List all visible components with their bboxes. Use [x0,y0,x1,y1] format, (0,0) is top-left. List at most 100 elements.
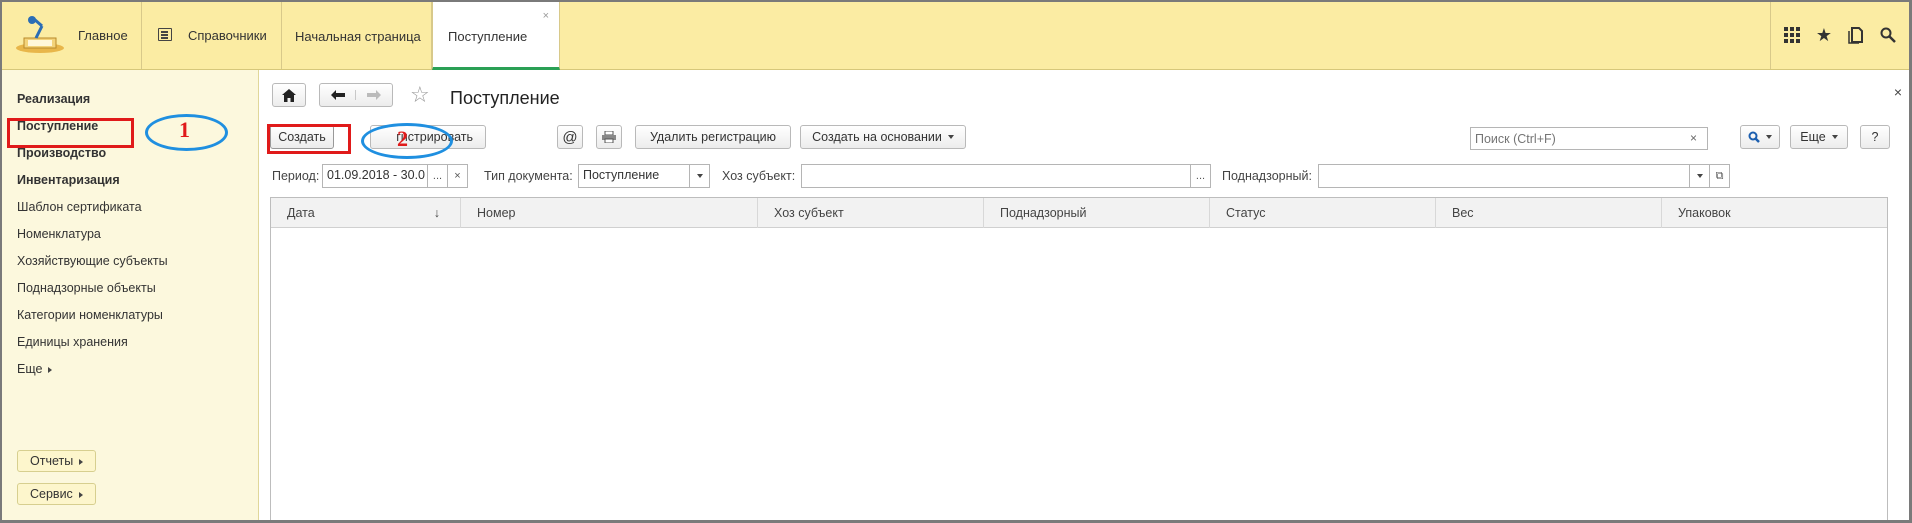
sidebar-item-supervised-objects[interactable]: Поднадзорные объекты [17,281,156,295]
subject-field[interactable] [801,164,1191,188]
close-icon[interactable]: × [543,10,549,22]
table-header: Дата ↓ Номер Хоз субъект Поднадзорный Ста… [271,198,1887,228]
period-clear-button[interactable]: × [448,164,468,188]
supervised-label: Поднадзорный: [1222,169,1312,183]
highlight-box-1 [7,118,134,148]
clear-search-icon[interactable]: × [1690,131,1697,145]
doc-type-label: Тип документа: [484,169,573,183]
sidebar-item-nomenclature[interactable]: Номенклатура [17,227,101,241]
doc-type-field[interactable]: Поступление [578,164,690,188]
home-label: Главное [78,28,128,43]
annotation-number-2: 2 [397,126,408,151]
sidebar-item-storage-units[interactable]: Единицы хранения [17,335,128,349]
chevron-down-icon [947,135,954,139]
chevron-down-icon [1766,135,1772,139]
references-label: Справочники [188,28,267,43]
tab-label: Начальная страница [295,29,421,44]
column-label: Хоз субъект [774,206,844,220]
star-icon[interactable]: ★ [1813,24,1835,46]
print-button[interactable] [596,125,622,149]
column-header-status[interactable]: Статус [1210,198,1436,228]
reports-button[interactable]: Отчеты [17,450,97,472]
grid-menu-icon[interactable] [1781,24,1803,46]
sidebar-item-nomenclature-categories[interactable]: Категории номенклатуры [17,308,163,322]
sidebar-item-business-entities[interactable]: Хозяйствующие субъекты [17,254,168,268]
help-label: ? [1871,130,1879,144]
more-label: Еще [1800,130,1826,144]
chevron-right-icon [78,491,83,498]
logo-icon [16,16,64,53]
chevron-right-icon [79,458,84,465]
sidebar-item-production[interactable]: Производство [17,146,106,160]
favorite-star-icon[interactable]: ☆ [410,82,430,108]
column-label: Статус [1226,206,1266,220]
create-based-on-button[interactable]: Создать на основании [800,125,966,149]
column-label: Номер [477,206,516,220]
column-label: Упаковок [1678,206,1731,220]
search-options-button[interactable] [1740,125,1780,149]
period-select-button[interactable]: ... [428,164,448,188]
chevron-down-icon [696,174,703,178]
tab-label: Поступление [448,29,528,44]
email-button[interactable]: @ [557,125,583,149]
column-header-subject[interactable]: Хоз субъект [758,198,984,228]
chevron-down-icon [1696,174,1703,178]
delete-registration-label: Удалить регистрацию [649,130,777,144]
delete-registration-button[interactable]: Удалить регистрацию [635,125,791,149]
column-header-packages[interactable]: Упаковок [1662,198,1888,228]
annotation-number-1: 1 [179,117,190,142]
subject-select-button[interactable]: ... [1191,164,1211,188]
sidebar-item-sales[interactable]: Реализация [17,92,90,106]
service-label: Сервис [30,487,73,501]
close-icon[interactable]: × [1894,84,1902,100]
supervised-field[interactable] [1318,164,1690,188]
period-label: Период: [272,169,320,183]
forward-arrow-icon[interactable] [356,90,392,100]
main-content: ☆ Поступление × Создать гистрировать @ У… [260,70,1909,520]
page-title: Поступление [450,88,560,108]
top-bar: Главное Справочники Начальная страница П… [2,2,1909,70]
documents-table: Дата ↓ Номер Хоз субъект Поднадзорный Ста… [270,197,1888,520]
tab-start-page[interactable]: Начальная страница [282,2,432,69]
search-input[interactable] [1470,127,1708,150]
back-arrow-icon[interactable] [320,90,357,100]
service-button[interactable]: Сервис [17,483,96,505]
home-button[interactable] [272,83,306,107]
list-icon [158,28,172,41]
sidebar-item-inventory[interactable]: Инвентаризация [17,173,120,187]
highlight-box-2 [267,124,351,154]
subject-label: Хоз субъект: [722,169,796,183]
supervised-dropdown[interactable] [1690,164,1710,188]
search-icon[interactable] [1877,24,1899,46]
sidebar-item-certificate-template[interactable]: Шаблон сертификата [17,200,142,214]
help-button[interactable]: ? [1860,125,1890,149]
history-icon[interactable] [1845,24,1867,46]
nav-buttons [319,83,393,107]
doc-type-dropdown[interactable] [690,164,710,188]
at-icon: @ [562,128,578,146]
column-header-weight[interactable]: Вес [1436,198,1662,228]
column-label: Дата [287,206,315,220]
chevron-down-icon [1831,135,1838,139]
more-label: Еще [17,362,43,376]
create-based-on-label: Создать на основании [812,130,942,144]
references-section[interactable]: Справочники [142,2,282,69]
sort-down-icon: ↓ [433,206,440,220]
top-right-tools: ★ [1770,2,1909,69]
home-icon [282,88,296,102]
tab-receipt[interactable]: Поступление × [432,2,560,70]
search-icon [1748,131,1760,143]
column-header-supervised[interactable]: Поднадзорный [984,198,1210,228]
home-section[interactable]: Главное [2,2,142,69]
column-header-date[interactable]: Дата ↓ [271,198,461,228]
column-label: Вес [1452,206,1474,220]
app-window: Главное Справочники Начальная страница П… [0,0,1912,523]
open-icon[interactable]: ⧉ [1710,164,1730,188]
sidebar-item-more[interactable]: Еще [17,362,53,376]
more-button[interactable]: Еще [1790,125,1848,149]
printer-icon [602,131,616,143]
chevron-right-icon [48,366,53,373]
column-header-number[interactable]: Номер [461,198,758,228]
period-field[interactable]: 01.09.2018 - 30.0 [322,164,428,188]
reports-label: Отчеты [30,454,74,468]
